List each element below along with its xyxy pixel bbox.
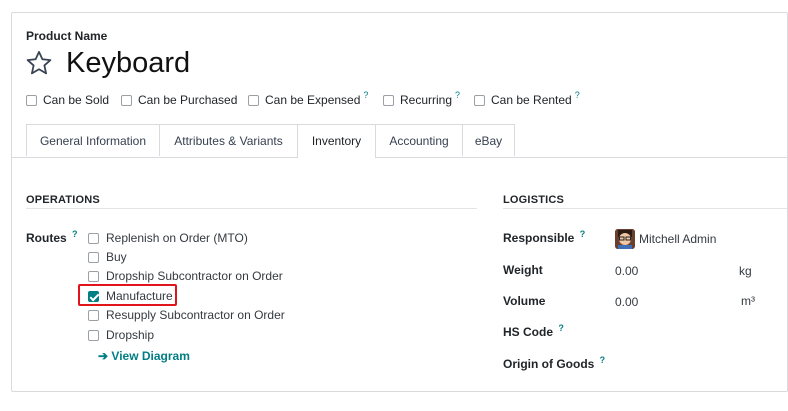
operations-section-title: OPERATIONS [26, 194, 100, 206]
routes-label: Routes ? [26, 229, 78, 245]
logistics-section-title: LOGISTICS [503, 194, 565, 206]
flag-label: Can be Rented [491, 93, 572, 107]
help-icon[interactable]: ? [575, 90, 580, 100]
responsible-label: Responsible ? [503, 229, 586, 245]
checkbox[interactable] [88, 329, 99, 341]
checkbox[interactable] [474, 94, 485, 106]
tab-ebay[interactable]: eBay [462, 124, 515, 156]
star-icon[interactable] [25, 49, 53, 77]
volume-input[interactable]: 0.00 [615, 295, 638, 309]
help-icon[interactable]: ? [558, 323, 564, 333]
view-diagram-label: View Diagram [111, 349, 190, 363]
arrow-right-icon: ➔ [98, 349, 109, 363]
weight-label: Weight [503, 263, 543, 277]
responsible-label-text: Responsible [503, 231, 575, 245]
flag-can-be-sold[interactable]: Can be Sold [26, 93, 109, 107]
checkbox[interactable] [88, 251, 99, 263]
origin-label-text: Origin of Goods [503, 357, 595, 371]
flag-label: Can be Purchased [138, 93, 238, 107]
route-item-dropship-subcontractor[interactable]: Dropship Subcontractor on Order [88, 269, 283, 283]
flag-label: Can be Expensed [265, 93, 361, 107]
origin-of-goods-label: Origin of Goods ? [503, 355, 606, 371]
route-item-buy[interactable]: Buy [88, 250, 127, 264]
volume-label: Volume [503, 294, 546, 308]
avatar-image-icon [615, 229, 635, 249]
flag-can-be-expensed[interactable]: Can be Expensed ? [248, 90, 368, 107]
route-item-dropship[interactable]: Dropship [88, 328, 154, 342]
help-icon[interactable]: ? [455, 90, 460, 100]
help-icon[interactable]: ? [600, 355, 606, 365]
route-label: Resupply Subcontractor on Order [106, 308, 285, 322]
route-item-resupply-subcontractor[interactable]: Resupply Subcontractor on Order [88, 308, 285, 322]
help-icon[interactable]: ? [363, 90, 368, 100]
checkbox[interactable] [383, 94, 394, 106]
responsible-value[interactable]: Mitchell Admin [639, 232, 716, 246]
manufacture-highlight-box [78, 284, 177, 306]
route-item-mto[interactable]: Replenish on Order (MTO) [88, 231, 248, 245]
product-form-card: Product Name Keyboard Can be Sold Can be… [11, 12, 788, 392]
route-label: Buy [106, 250, 127, 264]
route-label: Dropship [106, 328, 155, 342]
checkbox[interactable] [121, 94, 132, 106]
flag-recurring[interactable]: Recurring ? [383, 90, 460, 107]
product-name-label: Product Name [26, 29, 108, 43]
flag-label: Recurring [400, 93, 453, 107]
logistics-divider [503, 208, 787, 209]
volume-unit: m³ [741, 294, 755, 308]
flag-can-be-purchased[interactable]: Can be Purchased [121, 93, 237, 107]
route-label: Replenish on Order (MTO) [106, 231, 248, 245]
tab-attributes-variants[interactable]: Attributes & Variants [159, 124, 298, 156]
help-icon[interactable]: ? [580, 229, 586, 239]
hs-code-label: HS Code ? [503, 323, 564, 339]
checkbox[interactable] [88, 309, 99, 321]
help-icon[interactable]: ? [72, 229, 78, 239]
flag-label: Can be Sold [43, 93, 110, 107]
view-diagram-link[interactable]: ➔ View Diagram [98, 349, 190, 363]
checkbox[interactable] [88, 232, 99, 244]
operations-divider [26, 208, 477, 209]
routes-label-text: Routes [26, 231, 67, 245]
tab-bar: General Information Attributes & Variant… [12, 124, 787, 158]
flag-can-be-rented[interactable]: Can be Rented ? [474, 90, 580, 107]
weight-unit: kg [739, 264, 752, 278]
checkbox[interactable] [26, 94, 37, 106]
weight-input[interactable]: 0.00 [615, 264, 638, 278]
hs-code-label-text: HS Code [503, 325, 554, 339]
checkbox[interactable] [248, 94, 259, 106]
avatar [615, 229, 635, 249]
tab-accounting[interactable]: Accounting [375, 124, 463, 156]
product-name-title[interactable]: Keyboard [66, 47, 190, 80]
tab-inventory[interactable]: Inventory [297, 124, 376, 158]
tab-general-information[interactable]: General Information [26, 124, 160, 156]
route-label: Dropship Subcontractor on Order [106, 269, 283, 283]
checkbox[interactable] [88, 270, 99, 282]
